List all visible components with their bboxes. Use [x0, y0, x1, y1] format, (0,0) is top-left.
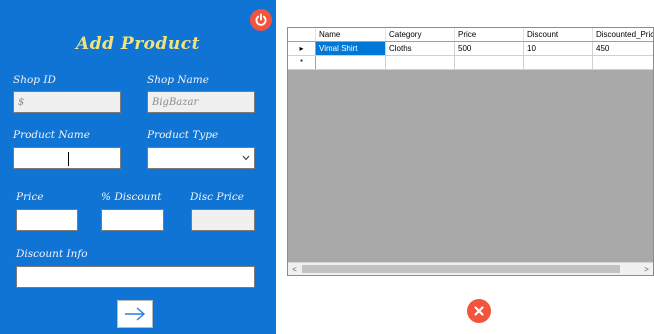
- table-row[interactable]: ▸ Vimal Shirt Cloths 500 10 450: [288, 42, 653, 56]
- shop-name-label: Shop Name: [147, 74, 209, 86]
- add-product-panel: Add Product Shop ID Shop Name $ BigBazar…: [0, 0, 276, 334]
- product-name-label: Product Name: [13, 129, 90, 141]
- cell-discounted-price[interactable]: 450: [593, 42, 653, 55]
- row-header-corner: [288, 28, 316, 41]
- form-title: Add Product: [76, 34, 200, 54]
- new-row[interactable]: *: [288, 56, 653, 70]
- column-header-price[interactable]: Price: [455, 28, 524, 41]
- product-name-input[interactable]: [13, 147, 121, 169]
- power-icon: [255, 13, 267, 26]
- arrow-right-icon: [125, 307, 146, 321]
- scroll-left-button[interactable]: <: [288, 263, 301, 275]
- next-button[interactable]: [117, 300, 153, 328]
- cell-category[interactable]: Cloths: [386, 42, 455, 55]
- grid-header: Name Category Price Discount Discounted_…: [288, 28, 653, 42]
- products-grid[interactable]: Name Category Price Discount Discounted_…: [287, 27, 654, 276]
- cell-discount[interactable]: 10: [524, 42, 593, 55]
- text-caret: [68, 152, 69, 166]
- new-cell-category[interactable]: [386, 56, 455, 69]
- power-button[interactable]: [250, 9, 272, 31]
- close-icon: [474, 306, 484, 316]
- discount-info-label: Discount Info: [16, 248, 88, 260]
- scroll-thumb[interactable]: [302, 265, 620, 273]
- column-header-discount[interactable]: Discount: [524, 28, 593, 41]
- disc-price-label: Disc Price: [190, 191, 244, 203]
- new-cell-discounted-price[interactable]: [593, 56, 653, 69]
- chevron-down-icon: [242, 155, 250, 161]
- shop-id-label: Shop ID: [13, 74, 56, 86]
- new-cell-discount[interactable]: [524, 56, 593, 69]
- column-header-name[interactable]: Name: [316, 28, 386, 41]
- cell-price[interactable]: 500: [455, 42, 524, 55]
- cell-name[interactable]: Vimal Shirt: [316, 42, 386, 55]
- scroll-right-button[interactable]: >: [640, 263, 653, 275]
- discount-input[interactable]: [101, 209, 164, 231]
- shop-id-field[interactable]: $: [13, 91, 121, 113]
- disc-price-field[interactable]: [191, 209, 255, 231]
- price-label: Price: [16, 191, 44, 203]
- discount-info-input[interactable]: [16, 266, 255, 288]
- new-cell-price[interactable]: [455, 56, 524, 69]
- product-type-select[interactable]: [147, 147, 255, 169]
- column-header-category[interactable]: Category: [386, 28, 455, 41]
- row-selector[interactable]: ▸: [288, 42, 316, 55]
- column-header-discounted-price[interactable]: Discounted_Price: [593, 28, 653, 41]
- price-input[interactable]: [16, 209, 78, 231]
- discount-label: % Discount: [101, 191, 162, 203]
- new-cell-name[interactable]: [316, 56, 386, 69]
- shop-name-field[interactable]: BigBazar: [147, 91, 255, 113]
- product-type-label: Product Type: [147, 129, 219, 141]
- close-button[interactable]: [467, 299, 491, 323]
- horizontal-scrollbar[interactable]: < >: [288, 262, 653, 275]
- new-row-marker[interactable]: *: [288, 56, 316, 69]
